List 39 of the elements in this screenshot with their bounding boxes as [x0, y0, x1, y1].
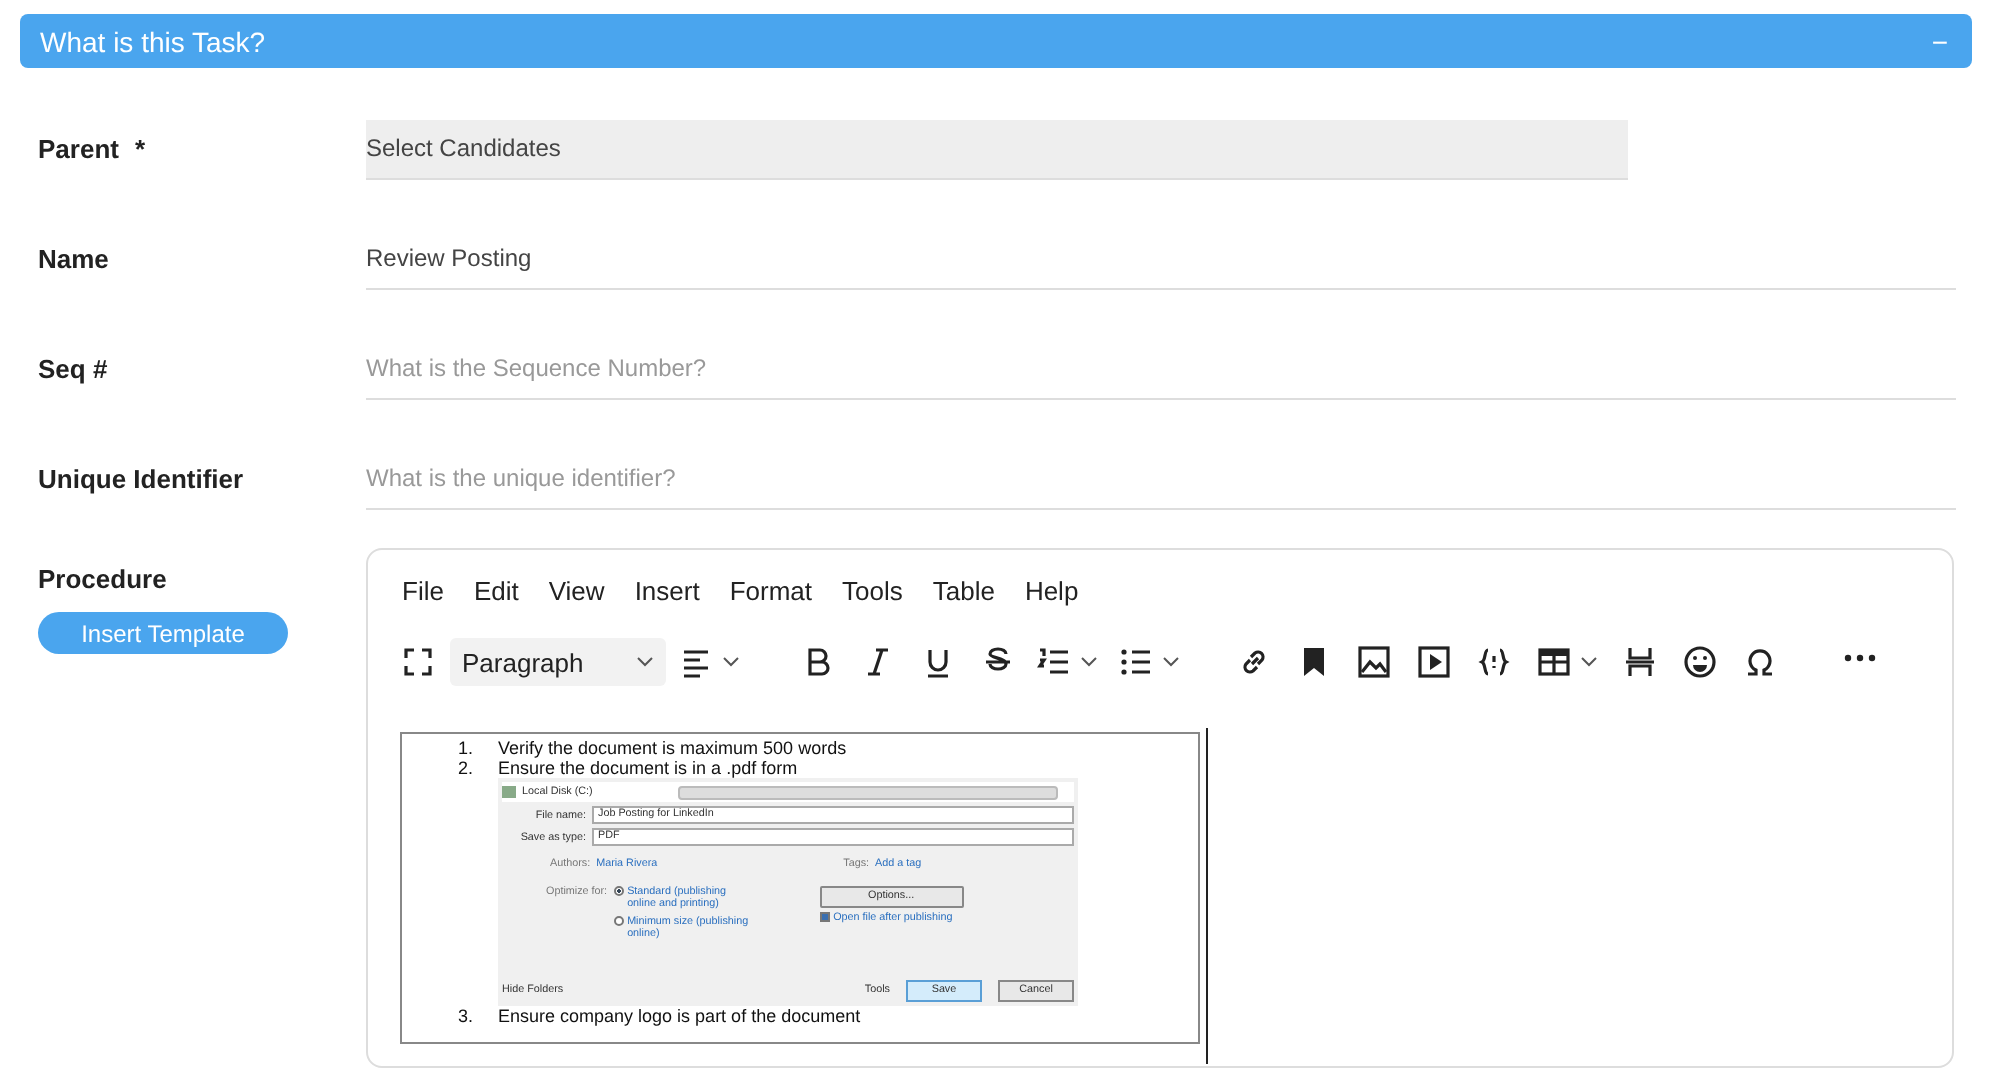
numbered-list-icon[interactable] [1036, 644, 1072, 680]
field-label: Name [38, 244, 109, 274]
fullscreen-icon[interactable] [400, 644, 436, 680]
required-mark: * [134, 134, 146, 164]
video-icon[interactable] [1416, 644, 1452, 680]
menu-item[interactable]: File [402, 576, 444, 612]
align-left-icon[interactable] [678, 644, 714, 680]
caret-icon [1580, 656, 1598, 668]
list-item-text: Verify the document is maximum 500 words [498, 738, 847, 758]
menu-item[interactable]: Help [1024, 576, 1079, 612]
omega-icon[interactable] [1742, 644, 1778, 680]
bullet-list-icon[interactable] [1118, 644, 1154, 680]
field-label: Procedure [38, 564, 167, 594]
menu-item[interactable]: View [548, 576, 605, 612]
menu-item[interactable]: Table [932, 576, 995, 612]
menu-item[interactable]: Insert [634, 576, 700, 612]
caret-icon [722, 656, 740, 668]
list-number: 2. [458, 758, 476, 778]
list-number: 3. [458, 1006, 476, 1026]
block-format-dropdown[interactable]: Paragraph [450, 638, 666, 686]
caret-icon [1080, 656, 1098, 668]
field-label: Parent [38, 134, 119, 164]
list-item-text: Ensure the document is in a .pdf form [498, 758, 798, 778]
panel-title: What is this Task? [40, 25, 266, 57]
image-icon[interactable] [1356, 644, 1392, 680]
menu-item[interactable]: Tools [842, 576, 903, 612]
select-field[interactable]: Select Candidates [366, 119, 1628, 179]
list-item-text: Ensure company logo is part of the document [498, 1006, 861, 1026]
page-break-icon[interactable] [1622, 644, 1658, 680]
field-label: Unique Identifier [38, 464, 244, 494]
code-braces-icon[interactable] [1476, 644, 1512, 680]
field-label: Seq # [38, 354, 108, 384]
caret-icon [1162, 656, 1180, 668]
list-number: 1. [458, 738, 476, 758]
emoji-icon[interactable] [1682, 644, 1718, 680]
menu-item[interactable]: Edit [473, 576, 519, 612]
table-icon[interactable] [1536, 644, 1572, 680]
caret-icon [636, 656, 654, 668]
menu-item[interactable]: Format [729, 576, 812, 612]
